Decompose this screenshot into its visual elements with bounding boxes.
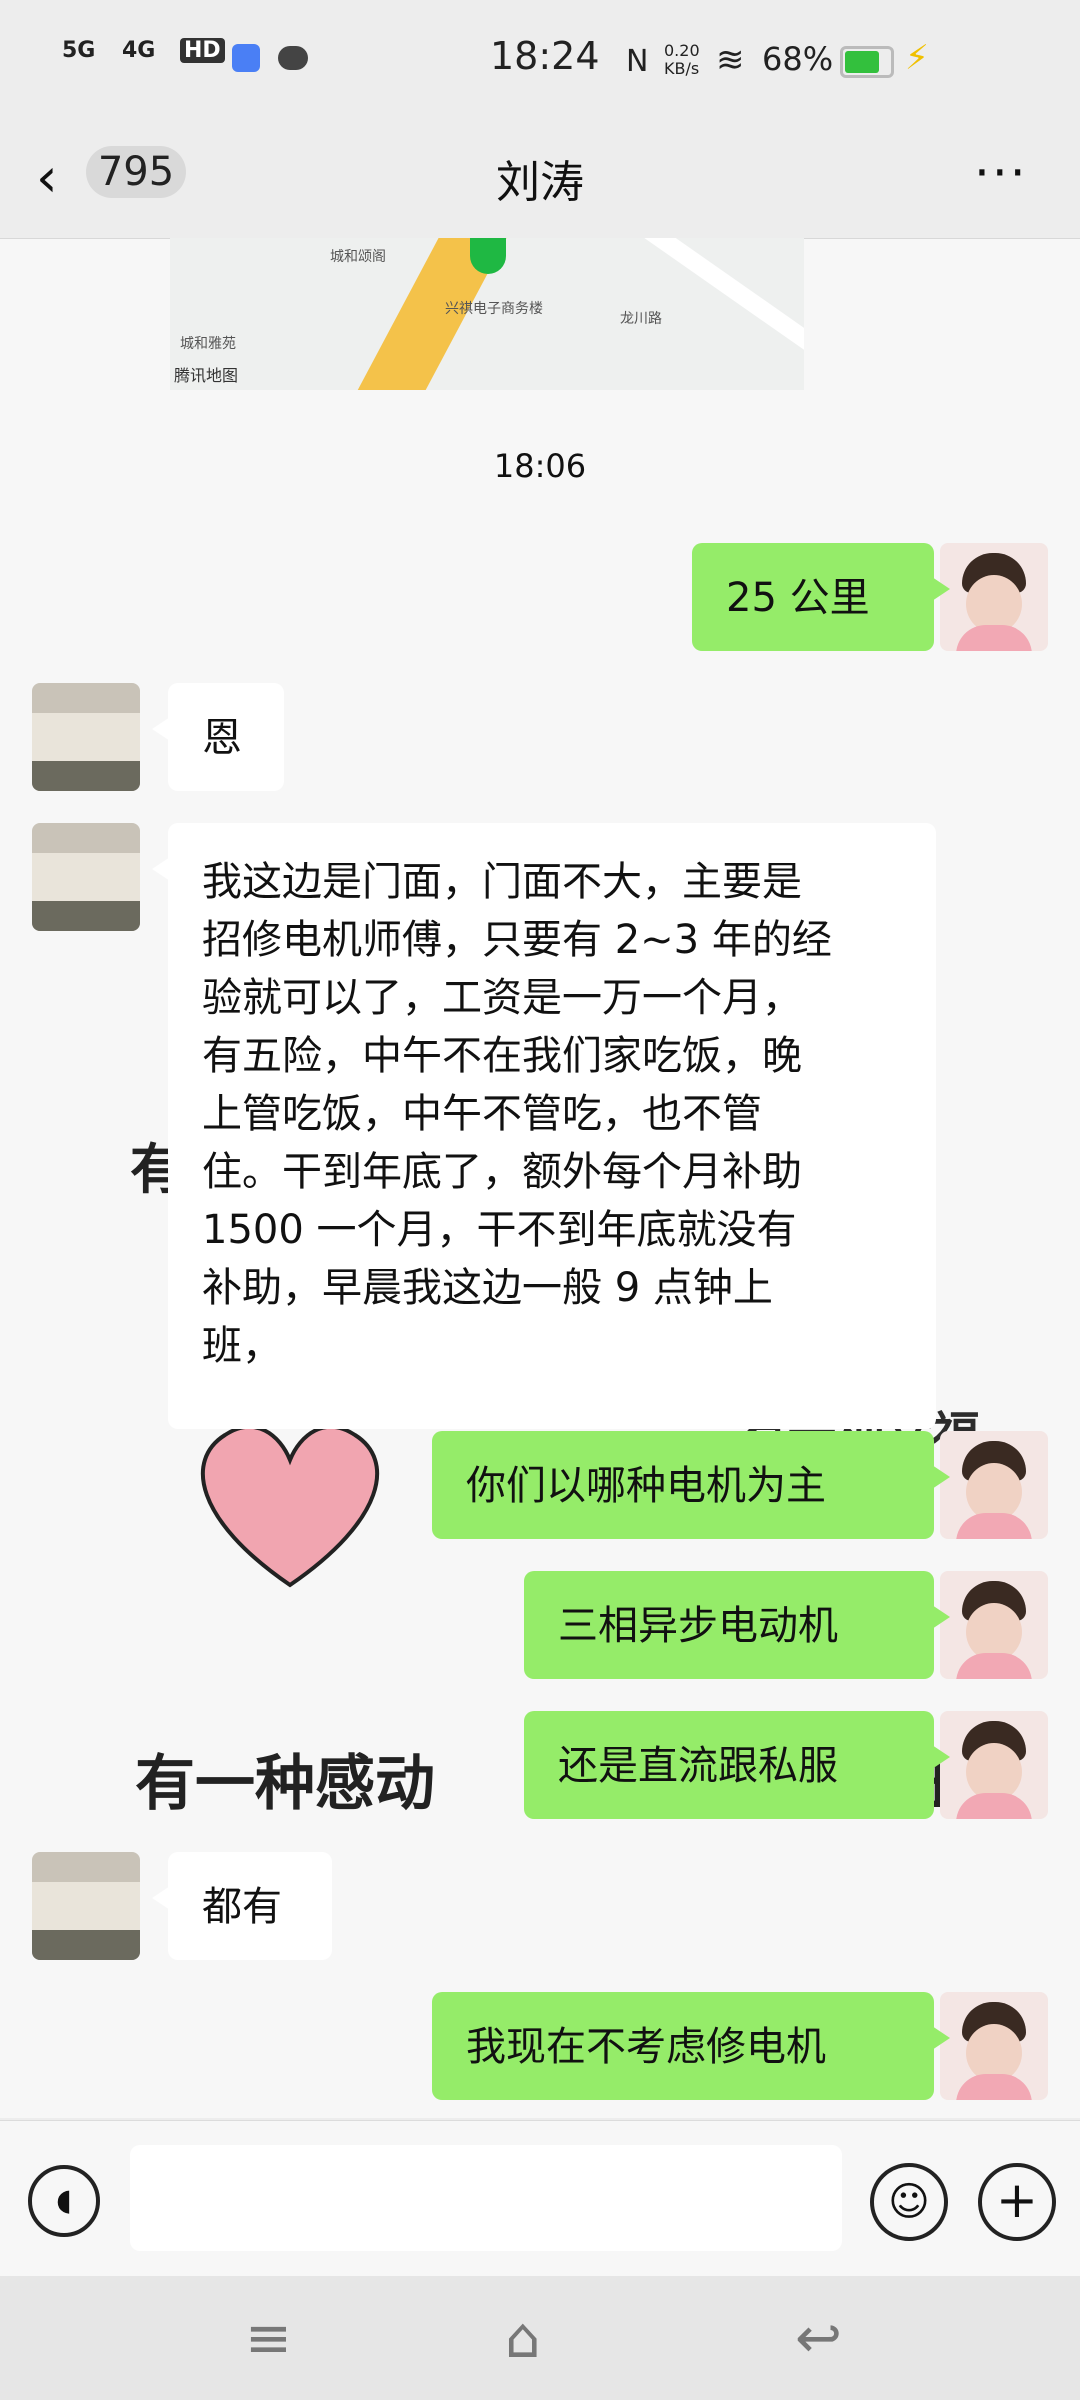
plus-icon[interactable]: + [978, 2163, 1056, 2241]
message-line: 住。干到年底了，额外每个月补助 [202, 1149, 802, 1195]
my-avatar[interactable] [940, 543, 1048, 651]
my-avatar[interactable] [940, 1571, 1048, 1679]
net-speed: 0.20 KB/s [664, 41, 700, 78]
map-brand: 腾讯地图 [174, 366, 239, 385]
hd-icon: HD [180, 38, 225, 63]
more-icon[interactable]: ··· [974, 144, 1028, 202]
status-time: 18:24 [490, 34, 600, 78]
home-icon[interactable]: ⌂ [505, 2306, 541, 2371]
message-line: 补助，早晨我这边一般 9 点钟上 [202, 1265, 773, 1311]
message-line: 上管吃饭，中午不管吃，也不管 [202, 1091, 762, 1137]
message-line: 有五险，中午不在我们家吃饭，晚 [202, 1033, 802, 1079]
emoji-icon[interactable]: ☺ [870, 2163, 948, 2241]
message-line: 班， [202, 1323, 282, 1369]
menu-icon[interactable]: ≡ [245, 2306, 292, 2371]
message-line: 我这边是门面，门面不大，主要是 [202, 859, 802, 905]
chat-header: ‹ 795 刘涛 ··· [0, 120, 1080, 239]
battery-percent: 68% [762, 40, 834, 78]
message-bubble[interactable]: 三相异步电动机 [524, 1571, 950, 1679]
message-bubble[interactable]: 还是直流跟私服 [524, 1711, 950, 1819]
message-bubble[interactable]: 我这边是门面，门面不大，主要是 招修电机师傅，只要有 2~3 年的经 验就可以了… [152, 823, 936, 1429]
contact-avatar[interactable] [32, 1852, 140, 1960]
charging-icon: ⚡ [905, 38, 929, 78]
my-avatar[interactable] [940, 1431, 1048, 1539]
nfc-icon: N [626, 44, 649, 79]
contact-avatar[interactable] [32, 683, 140, 791]
message-bubble[interactable]: 都有 [152, 1852, 332, 1960]
message-input[interactable] [130, 2145, 842, 2251]
my-avatar[interactable] [940, 1992, 1048, 2100]
battery-icon [840, 46, 894, 78]
signal-4g-icon: 4G [122, 38, 156, 63]
page-title: 刘涛 [496, 157, 584, 208]
message-bubble[interactable]: 你们以哪种电机为主 [432, 1431, 950, 1539]
back-nav-icon[interactable]: ↩ [795, 2306, 842, 2371]
map-pin-icon [470, 238, 506, 274]
message-bubble[interactable]: 我现在不考虑修电机 [432, 1992, 950, 2100]
message-notification-icon [278, 46, 308, 70]
message-bubble[interactable]: 恩 [152, 683, 284, 791]
app-notification-icon [232, 44, 260, 72]
message-line: 招修电机师傅，只要有 2~3 年的经 [202, 917, 832, 963]
signal-5g-icon: 5G [62, 38, 96, 63]
status-bar: 5G 4G HD 18:24 N 0.20 KB/s ≋ 68% ⚡ [0, 0, 1080, 120]
my-avatar[interactable] [940, 1711, 1048, 1819]
map-label: 城和颂阁 [330, 249, 386, 265]
map-label: 城和雅苑 [180, 336, 236, 352]
wallpaper-text: 有一种感动 [135, 1749, 435, 1819]
wifi-icon: ≋ [716, 40, 745, 80]
message-bubble[interactable]: 25 公里 [692, 543, 950, 651]
heart-icon [200, 1424, 380, 1588]
location-map-card[interactable]: 城和颂阁 兴祺电子商务楼 龙川路 城和雅苑 腾讯地图 [170, 238, 804, 390]
chat-input-bar: ◖ ☺ + [0, 2120, 1080, 2276]
message-line: 1500 一个月，干不到年底就没有 [202, 1207, 797, 1253]
voice-icon[interactable]: ◖ [28, 2165, 100, 2237]
system-nav-bar: ≡ ⌂ ↩ [0, 2276, 1080, 2400]
message-timestamp: 18:06 [493, 447, 587, 485]
map-label: 兴祺电子商务楼 [445, 301, 543, 317]
message-line: 验就可以了，工资是一万一个月， [202, 975, 802, 1021]
contact-avatar[interactable] [32, 823, 140, 931]
map-label: 龙川路 [620, 311, 662, 327]
